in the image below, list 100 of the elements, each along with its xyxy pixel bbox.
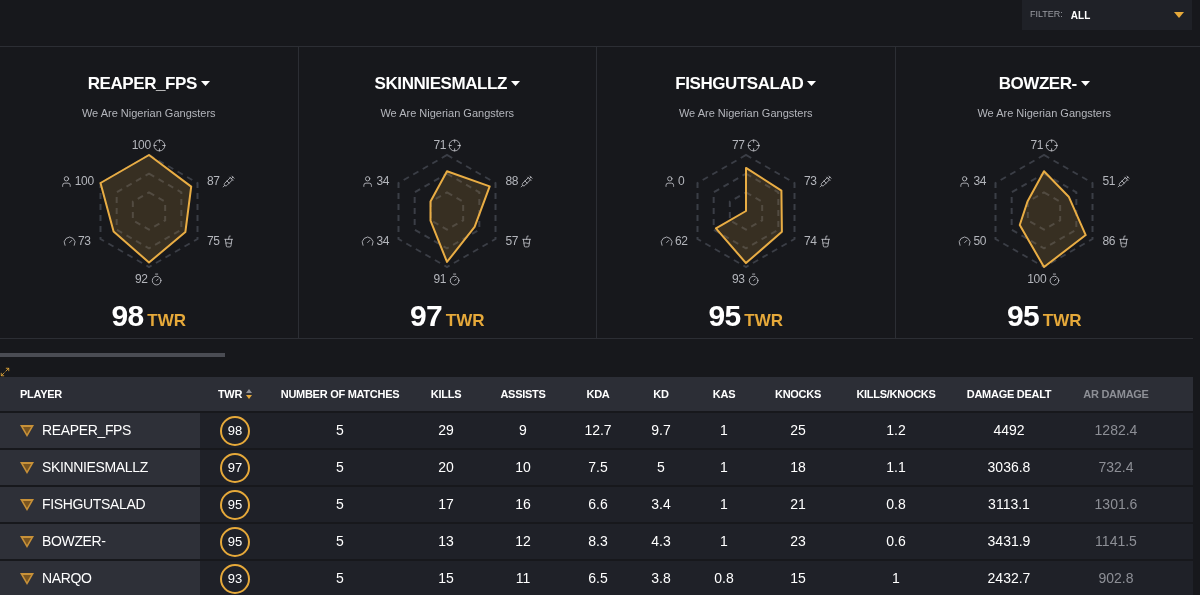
table-cell-text: 5 — [336, 458, 344, 477]
table-cell-text: 9.7 — [651, 421, 671, 440]
timer-icon — [746, 272, 760, 286]
twr-ring: 98 — [220, 415, 250, 446]
table-cell-text: 21 — [790, 495, 806, 514]
table-cell-text: 1301.6 — [1094, 495, 1138, 514]
rank-badge-icon — [20, 424, 34, 437]
crosshair-icon — [152, 138, 166, 152]
stat-value: 34 — [376, 173, 390, 190]
player-name-dropdown[interactable]: BOWZER- — [998, 71, 1090, 97]
stat-value: 100 — [74, 173, 94, 190]
team-name: We Are Nigerian Gangsters — [380, 105, 515, 121]
stat-value: 51 — [1102, 173, 1116, 190]
table-cell-text: 1 — [720, 495, 728, 514]
timer-icon — [149, 272, 163, 286]
column-header: KILLS — [430, 386, 462, 402]
person-icon — [958, 174, 972, 188]
player-name-dropdown[interactable]: SKINNIESMALLZ — [374, 71, 520, 97]
timer-icon — [448, 272, 462, 286]
crosshair-icon — [746, 138, 760, 152]
table-cell-text: 1 — [720, 421, 728, 440]
crosshair-icon — [448, 138, 462, 152]
table-cell-text: 15 — [790, 569, 806, 588]
stat-value: 71 — [433, 137, 447, 154]
rank-badge-icon — [20, 535, 34, 548]
can-icon — [520, 234, 534, 248]
table-cell-text: 29 — [438, 421, 454, 440]
gauge-icon — [958, 234, 972, 248]
stat-value: 62 — [674, 233, 688, 250]
team-name: We Are Nigerian Gangsters — [977, 105, 1112, 121]
table-cell-text: 8.3 — [588, 532, 608, 551]
stat-value: 75 — [206, 233, 220, 250]
expand-icon[interactable] — [0, 367, 10, 377]
table-cell-text: 1 — [720, 532, 728, 551]
gauge-icon — [659, 234, 673, 248]
table-cell-text: 3036.8 — [987, 458, 1031, 477]
player-name-dropdown[interactable]: FISHGUTSALAD — [675, 71, 817, 97]
table-cell-text: 4.3 — [651, 532, 671, 551]
person-icon — [59, 174, 73, 188]
can-icon — [221, 234, 235, 248]
stat-value: 100 — [131, 137, 151, 154]
table-cell-text: 12.7 — [584, 421, 612, 440]
stat-value: 50 — [973, 233, 987, 250]
column-header: PLAYER — [20, 386, 62, 402]
syringe-icon — [221, 174, 235, 188]
caret-icon — [1080, 81, 1090, 87]
table-cell-text: 4492 — [993, 421, 1025, 440]
table-cell-text: 17 — [438, 495, 454, 514]
player-name: REAPER_FPS — [42, 421, 132, 440]
person-icon — [663, 174, 677, 188]
table-cell-text: 732.4 — [1098, 458, 1134, 477]
rank-badge-icon — [20, 572, 34, 585]
caret-icon — [807, 81, 817, 87]
table-cell-text: 23 — [790, 532, 806, 551]
column-header: KILLS/KNOCKS — [856, 386, 936, 402]
table-cell-text: 25 — [790, 421, 806, 440]
player-name-dropdown[interactable]: REAPER_FPS — [87, 71, 210, 97]
column-header: KNOCKS — [775, 386, 821, 402]
column-header: AR DAMAGE — [1083, 386, 1149, 402]
stat-value: 34 — [376, 233, 390, 250]
twr-label: TWR — [744, 310, 784, 332]
stat-value: 73 — [77, 233, 91, 250]
twr-label: TWR — [147, 310, 187, 332]
can-icon — [818, 234, 832, 248]
table-cell-text: 1 — [892, 569, 900, 588]
table-cell-text: 3113.1 — [988, 495, 1030, 514]
column-header: TWR — [217, 386, 243, 402]
twr-ring: 95 — [220, 489, 250, 520]
table-cell-text: 7.5 — [588, 458, 608, 477]
table-cell-text: 18 — [790, 458, 806, 477]
caret-icon — [510, 81, 520, 87]
table-cell-text: 0.8 — [886, 495, 906, 514]
table-cell-text: 1 — [720, 458, 728, 477]
gauge-icon — [62, 234, 76, 248]
twr-score: 95 — [708, 298, 741, 334]
stat-value: 77 — [731, 137, 745, 154]
player-name: FISHGUTSALAD — [42, 495, 146, 514]
team-name: We Are Nigerian Gangsters — [81, 105, 216, 121]
table-cell-text: 5 — [336, 495, 344, 514]
sort-icon[interactable] — [246, 389, 253, 399]
can-icon — [1117, 234, 1131, 248]
stat-value: 86 — [1102, 233, 1116, 250]
table-cell-text: 6.6 — [588, 495, 608, 514]
rank-badge-icon — [20, 498, 34, 511]
twr-ring: 97 — [220, 452, 250, 483]
table-cell-text: 3.8 — [651, 569, 671, 588]
stat-value: 71 — [1030, 137, 1044, 154]
filter-dropdown[interactable]: FILTER: ALL — [1022, 0, 1192, 30]
column-header: KDA — [586, 386, 610, 402]
table-cell-text: 3.4 — [651, 495, 671, 514]
table-cell-text: 13 — [438, 532, 454, 551]
table-cell-text: 10 — [515, 458, 531, 477]
stat-value: 93 — [731, 271, 745, 288]
table-cell-text: 6.5 — [588, 569, 608, 588]
stat-value: 0 — [678, 173, 685, 190]
scrollbar-thumb[interactable] — [0, 353, 225, 357]
table-cell-text: 5 — [657, 458, 665, 477]
table-cell-text: 5 — [336, 532, 344, 551]
table-cell-text: 20 — [438, 458, 454, 477]
twr-score: 98 — [111, 298, 144, 334]
